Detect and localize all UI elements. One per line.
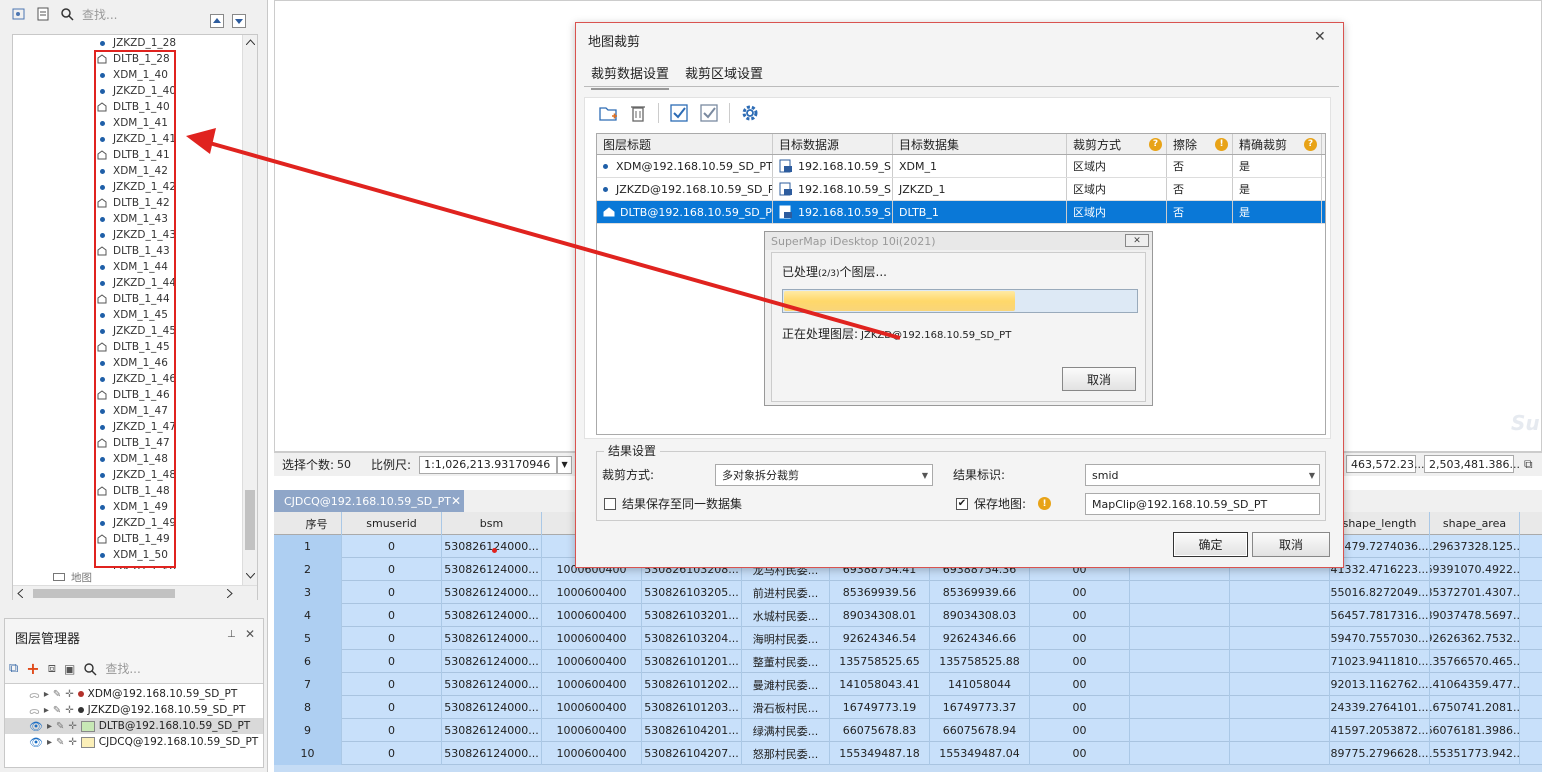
cursor-marker [492, 548, 497, 553]
annotation-arrow [186, 128, 901, 340]
